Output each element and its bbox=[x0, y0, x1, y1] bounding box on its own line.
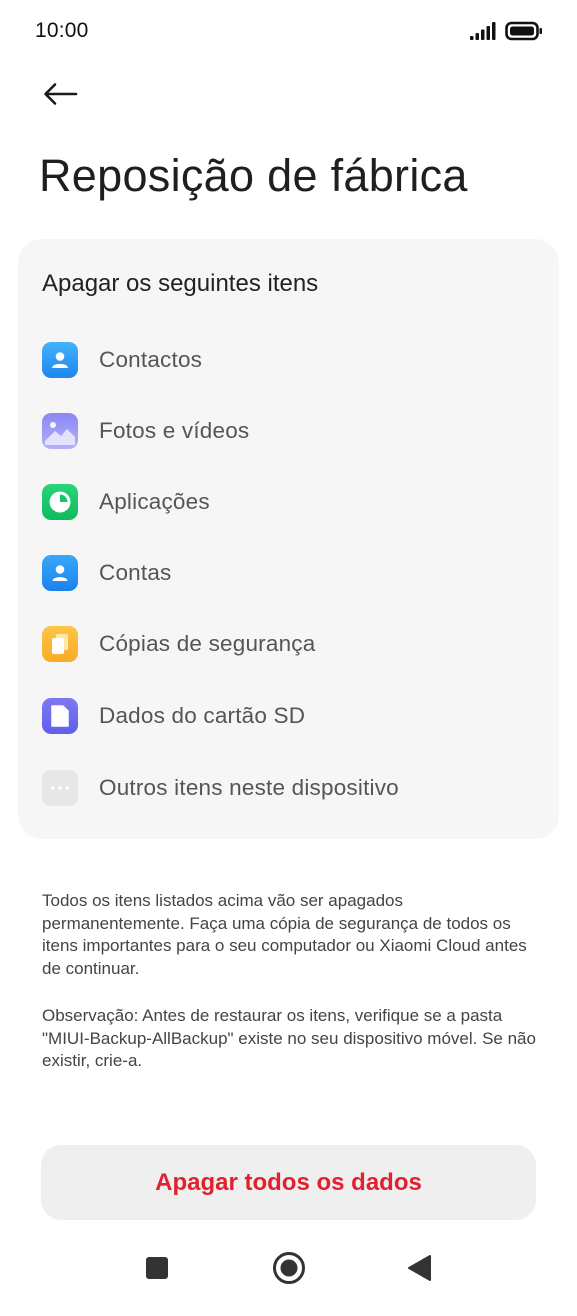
gallery-icon bbox=[42, 413, 78, 449]
status-bar: 10:00 bbox=[0, 0, 577, 64]
back-button[interactable] bbox=[36, 76, 84, 116]
list-item-sd-card: Dados do cartão SD bbox=[42, 694, 542, 738]
status-time: 10:00 bbox=[35, 19, 89, 42]
observation-text: Observação: Antes de restaurar os itens,… bbox=[42, 1006, 536, 1070]
home-button[interactable] bbox=[259, 1240, 319, 1300]
card-title: Apagar os seguintes itens bbox=[42, 270, 319, 297]
list-item-apps: Aplicações bbox=[42, 480, 542, 524]
list-item-contacts: Contactos bbox=[42, 338, 542, 382]
battery-full-icon bbox=[505, 21, 543, 41]
navigation-bar bbox=[0, 1240, 577, 1316]
erase-items-card: Apagar os seguintes itens Contactos Foto… bbox=[18, 239, 559, 839]
square-recents-icon bbox=[145, 1256, 169, 1285]
list-item-accounts: Contas bbox=[42, 551, 542, 595]
list-item-label: Contactos bbox=[99, 347, 203, 372]
circle-home-icon bbox=[272, 1251, 306, 1290]
backup-icon bbox=[42, 626, 78, 662]
list-item-other: Outros itens neste dispositivo bbox=[42, 766, 542, 810]
list-item-backups: Cópias de segurança bbox=[42, 622, 542, 666]
warning-text: Todos os itens listados acima vão ser ap… bbox=[42, 891, 527, 978]
triangle-back-icon bbox=[406, 1254, 432, 1287]
list-item-label: Contas bbox=[99, 560, 172, 585]
erase-all-data-button[interactable]: Apagar todos os dados bbox=[41, 1145, 536, 1220]
apps-icon bbox=[42, 484, 78, 520]
list-item-label: Fotos e vídeos bbox=[99, 418, 250, 443]
account-icon bbox=[42, 555, 78, 591]
list-item-label: Dados do cartão SD bbox=[99, 703, 306, 728]
list-item-photos: Fotos e vídeos bbox=[42, 409, 542, 453]
list-item-label: Cópias de segurança bbox=[99, 631, 316, 656]
more-icon bbox=[42, 770, 78, 806]
arrow-left-icon bbox=[42, 82, 78, 111]
contacts-icon bbox=[42, 342, 78, 378]
sd-card-icon bbox=[42, 698, 78, 734]
list-item-label: Outros itens neste dispositivo bbox=[99, 775, 399, 800]
page-title: Reposição de fábrica bbox=[39, 150, 468, 201]
recents-button[interactable] bbox=[127, 1240, 187, 1300]
system-back-button[interactable] bbox=[389, 1240, 449, 1300]
list-item-label: Aplicações bbox=[99, 489, 210, 514]
cellular-signal-icon bbox=[470, 21, 498, 41]
